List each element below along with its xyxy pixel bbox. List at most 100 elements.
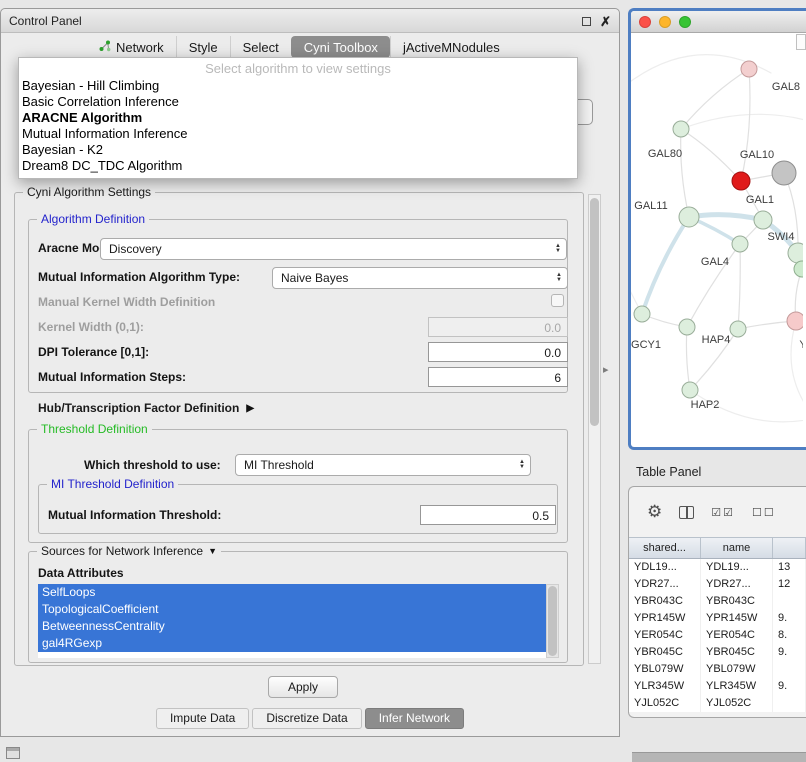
mi-steps-field[interactable]: 6 [428,367,568,387]
network-edge[interactable] [681,129,689,217]
bottom-tab-impute-data[interactable]: Impute Data [156,708,249,729]
control-panel-titlebar[interactable]: Control Panel ✗ [1,9,619,33]
aracne-mode-combo[interactable]: Discovery ▲▼ [100,238,567,260]
table-cell: YLR345W [701,678,773,695]
network-node[interactable] [679,207,699,227]
unchecked-boxes-icon[interactable]: ☐☐ [752,506,776,519]
table-cell: 9. [773,678,806,695]
table-row[interactable]: YBR045CYBR045C9. [629,644,806,661]
network-node[interactable] [634,306,650,322]
network-edge[interactable] [681,129,741,181]
expand-right-arrow-icon[interactable]: ▶ [246,403,254,414]
attribute-item-betweennesscentrality[interactable]: BetweennessCentrality [38,618,546,635]
manual-kernel-width-checkbox[interactable] [551,294,564,307]
settings-scrollbar[interactable] [588,194,601,664]
table-row[interactable]: YER054CYER054C8. [629,627,806,644]
network-node[interactable] [682,382,698,398]
algorithm-option-basic-correlation-inference[interactable]: Basic Correlation Inference [19,94,577,110]
close-window-icon[interactable]: ✗ [600,15,611,28]
network-node[interactable] [754,211,772,229]
table-row[interactable]: YDL19...YDL19...13 [629,559,806,576]
column-header-col2[interactable] [773,538,806,558]
table-row[interactable]: YDR27...YDR27...12 [629,576,806,593]
mi-threshold-field[interactable]: 0.5 [420,505,556,525]
tab-select[interactable]: Select [230,36,291,58]
network-edge[interactable] [689,215,763,220]
minimized-panel-icon[interactable] [6,747,20,759]
tab-jactivemnodules[interactable]: jActiveMNodules [390,36,512,58]
table-cell: YER054C [629,627,701,644]
algorithm-option-mutual-information-inference[interactable]: Mutual Information Inference [19,126,577,142]
algorithm-option-aracne-algorithm[interactable]: ARACNE Algorithm [19,110,577,126]
network-edge[interactable] [642,217,689,314]
attributes-scrollbar-thumb[interactable] [548,586,557,656]
algorithm-option-bayesian-k2[interactable]: Bayesian - K2 [19,142,577,158]
attribute-item-topologicalcoefficient[interactable]: TopologicalCoefficient [38,601,546,618]
network-node[interactable] [730,321,746,337]
table-cell: YLR345W [629,678,701,695]
attributes-list-scrollbar[interactable] [546,584,559,658]
mi-algorithm-type-value: Naive Bayes [273,271,551,285]
network-node[interactable] [673,121,689,137]
table-row[interactable]: YJL052CYJL052C [629,695,806,712]
tab-label: Network [116,40,164,55]
settings-scrollbar-thumb[interactable] [590,198,599,426]
gear-icon[interactable]: ⚙ [647,502,662,522]
bottom-tab-infer-network[interactable]: Infer Network [365,708,464,729]
network-node[interactable] [787,312,803,330]
hub-transcription-factor-section[interactable]: Hub/Transcription Factor Definition ▶ [38,401,254,415]
bottom-tab-discretize-data[interactable]: Discretize Data [252,708,361,729]
network-node[interactable] [732,236,748,252]
minimize-traffic-light-icon[interactable] [659,16,671,28]
kernel-width-field[interactable]: 0.0 [428,317,568,337]
columns-icon[interactable] [679,506,694,519]
which-threshold-combo[interactable]: MI Threshold ▲▼ [235,454,531,476]
network-node[interactable] [772,161,796,185]
mi-threshold-definition-title: MI Threshold Definition [47,477,178,491]
table-row[interactable]: YBR043CYBR043C [629,593,806,610]
network-edge[interactable] [681,114,803,129]
tab-label: Select [243,40,279,55]
attribute-item-gal4rgexp[interactable]: gal4RGexp [38,635,546,652]
network-edge[interactable] [686,327,690,390]
table-body: YDL19...YDL19...13YDR27...YDR27...12YBR0… [629,559,806,712]
sources-title[interactable]: Sources for Network Inference ▼ [37,544,221,558]
node-label-gal4: GAL4 [701,256,729,268]
network-edge[interactable] [681,69,749,129]
network-node[interactable] [732,172,750,190]
network-node[interactable] [794,261,803,277]
table-row[interactable]: YPR145WYPR145W9. [629,610,806,627]
column-header-name[interactable]: name [701,538,773,558]
network-canvas[interactable]: GAL8GAL80GAL10GAL11GAL1SWI4GAL4GCY1HAP4Y… [631,33,803,447]
attribute-item-selfloops[interactable]: SelfLoops [38,584,546,601]
column-header-shared[interactable]: shared... [629,538,701,558]
network-node[interactable] [788,243,803,263]
tab-cyni-toolbox[interactable]: Cyni Toolbox [291,36,390,58]
network-view-titlebar[interactable] [631,11,806,33]
close-traffic-light-icon[interactable] [639,16,651,28]
zoom-traffic-light-icon[interactable] [679,16,691,28]
data-attributes-list[interactable]: SelfLoopsTopologicalCoefficientBetweenne… [38,584,546,658]
tab-network[interactable]: Network [87,36,176,58]
dpi-tolerance-field[interactable]: 0.0 [428,342,568,362]
network-node[interactable] [679,319,695,335]
table-row[interactable]: YBL079WYBL079W [629,661,806,678]
mi-algorithm-type-combo[interactable]: Naive Bayes ▲▼ [272,267,568,289]
network-edge[interactable] [791,321,803,413]
table-row[interactable]: YLR345WYLR345W9. [629,678,806,695]
algorithm-option-dream8-dc-tdc-algorithm[interactable]: Dream8 DC_TDC Algorithm [19,158,577,174]
network-edge[interactable] [741,69,750,181]
tab-style[interactable]: Style [176,36,230,58]
checked-boxes-icon[interactable]: ☑☑ [711,506,735,519]
network-edge[interactable] [738,244,740,329]
table-cell: 9. [773,644,806,661]
network-node[interactable] [741,61,757,77]
collapse-down-arrow-icon[interactable]: ▼ [208,546,217,556]
algorithm-option-bayesian-hill-climbing[interactable]: Bayesian - Hill Climbing [19,78,577,94]
network-scrollbar-fragment[interactable] [796,34,806,50]
splitter-arrow-icon[interactable]: ▸ [603,363,609,376]
apply-button[interactable]: Apply [268,676,338,698]
float-window-icon[interactable] [582,17,591,26]
tab-label: Style [189,40,218,55]
node-label-gal10: GAL10 [740,149,774,161]
